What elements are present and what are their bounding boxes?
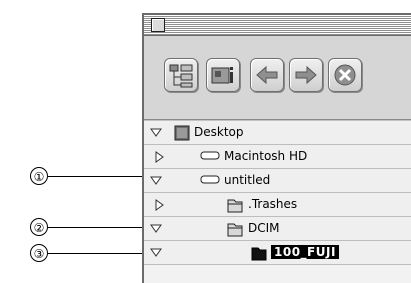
disclosure-triangle-collapsed-icon[interactable] [154, 199, 166, 211]
callout-2: ② [30, 218, 48, 236]
list-item-label: untitled [224, 173, 271, 187]
toolbar [144, 36, 411, 120]
back-button[interactable] [250, 58, 284, 92]
folder-selected-icon [251, 247, 267, 261]
list-item[interactable]: untitled [144, 169, 411, 193]
tree-view-button[interactable] [164, 58, 198, 92]
list-item[interactable]: DCIM [144, 217, 411, 241]
forward-button[interactable] [289, 58, 323, 92]
finder-window: Desktop Macintosh HD untitled .Trashes D… [142, 13, 411, 283]
list-item-selected[interactable]: 100_FUJI [144, 241, 411, 265]
disclosure-triangle-expanded-icon[interactable] [150, 175, 162, 187]
list-item-label: 100_FUJI [271, 245, 339, 259]
list-item-label: Desktop [194, 125, 244, 139]
tree-view-icon [169, 64, 193, 88]
stop-icon [334, 64, 356, 86]
title-bar[interactable] [144, 15, 411, 36]
info-icon [211, 67, 233, 84]
disclosure-triangle-collapsed-icon[interactable] [154, 151, 166, 163]
callout-1: ① [30, 167, 48, 185]
list-item-label: Macintosh HD [224, 149, 308, 163]
stop-button[interactable] [328, 58, 362, 92]
forward-arrow-icon [295, 65, 317, 85]
disclosure-triangle-expanded-icon[interactable] [150, 223, 162, 235]
list-item[interactable]: Macintosh HD [144, 145, 411, 169]
list-item-label: .Trashes [248, 197, 298, 211]
list-item[interactable]: Desktop [144, 121, 411, 145]
back-arrow-icon [256, 65, 278, 85]
close-box[interactable] [151, 18, 165, 32]
folder-icon [227, 223, 243, 237]
removable-disk-icon [200, 175, 220, 184]
disclosure-triangle-expanded-icon[interactable] [150, 127, 162, 139]
list-item[interactable]: .Trashes [144, 193, 411, 217]
folder-list: Desktop Macintosh HD untitled .Trashes D… [144, 121, 411, 283]
disclosure-triangle-expanded-icon[interactable] [150, 247, 162, 259]
hard-disk-icon [200, 151, 220, 160]
folder-icon [227, 199, 243, 213]
list-item-label: DCIM [248, 221, 280, 235]
callout-3: ③ [30, 244, 48, 262]
info-button[interactable] [206, 58, 240, 92]
desktop-icon [174, 125, 190, 141]
